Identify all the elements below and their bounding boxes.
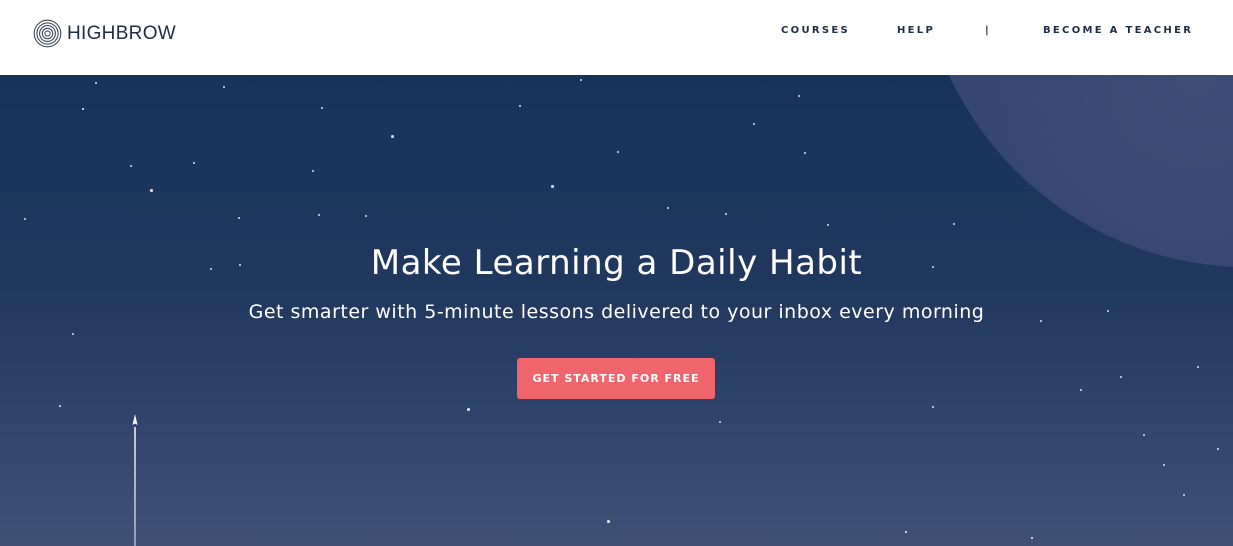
star (932, 406, 934, 408)
star (1031, 537, 1033, 539)
star (391, 135, 394, 138)
hero-subheadline: Get smarter with 5-minute lessons delive… (248, 301, 985, 323)
star (95, 82, 97, 84)
star (667, 207, 669, 209)
star (130, 165, 132, 167)
star (59, 405, 61, 407)
star (905, 531, 907, 533)
star (1120, 376, 1122, 378)
moon-decoration (917, 75, 1233, 267)
star (1163, 464, 1165, 466)
star (725, 213, 727, 215)
site-header: HIGHBROW COURSES HELP | BECOME A TEACHER (0, 0, 1233, 75)
star (1197, 366, 1199, 368)
star (321, 107, 323, 109)
star (1143, 434, 1145, 436)
star (24, 218, 26, 220)
star (82, 108, 84, 110)
star (519, 105, 521, 107)
concentric-circles-logo-icon (33, 19, 62, 48)
star (798, 95, 800, 97)
star (617, 151, 619, 153)
nav-courses-link[interactable]: COURSES (781, 25, 850, 37)
star (551, 185, 554, 188)
star (827, 224, 829, 226)
star (223, 86, 225, 88)
logo[interactable]: HIGHBROW (33, 19, 176, 48)
logo-text: HIGHBROW (67, 23, 177, 44)
nav-separator: | (985, 25, 991, 36)
star (1080, 389, 1082, 391)
star (238, 217, 240, 219)
star (607, 520, 610, 523)
star (953, 223, 955, 225)
star (719, 421, 721, 423)
rocket-icon (129, 414, 141, 546)
nav-become-teacher-link[interactable]: BECOME A TEACHER (1043, 25, 1193, 37)
star (467, 408, 470, 411)
get-started-button[interactable]: GET STARTED FOR FREE (517, 358, 715, 399)
star (193, 162, 195, 164)
star (804, 152, 806, 154)
star (150, 189, 153, 192)
hero-headline: Make Learning a Daily Habit (370, 243, 863, 283)
star (72, 333, 74, 335)
star (318, 214, 320, 216)
star (312, 170, 314, 172)
hero-section: Make Learning a Daily Habit Get smarter … (0, 75, 1233, 546)
nav-help-link[interactable]: HELP (897, 25, 935, 37)
star (1183, 494, 1185, 496)
star (1217, 448, 1219, 450)
star (580, 79, 582, 81)
star (753, 123, 755, 125)
star (365, 215, 367, 217)
